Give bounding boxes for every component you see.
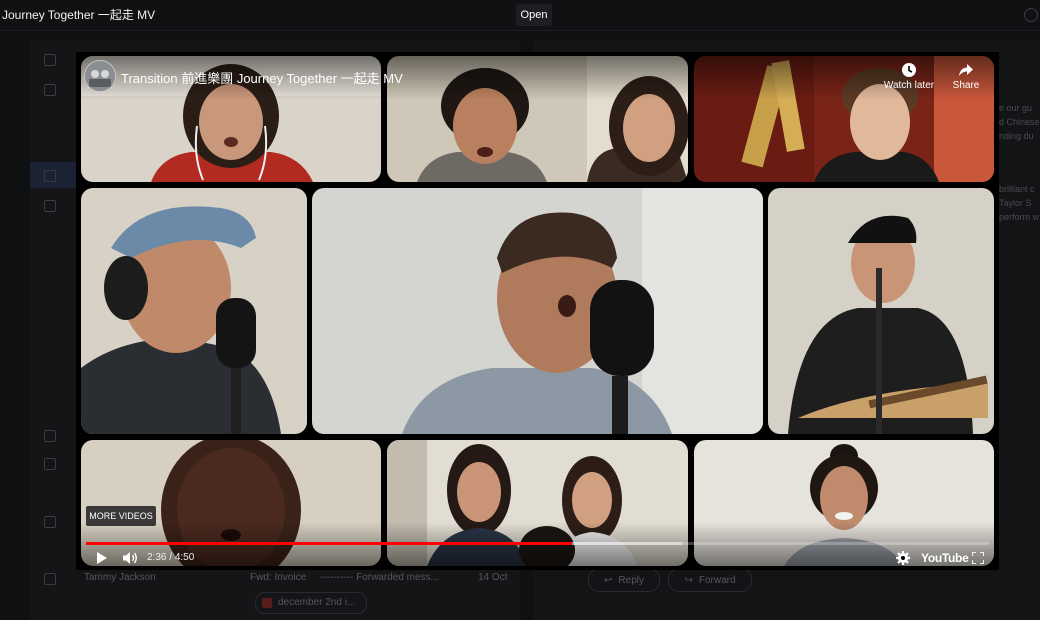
clock-icon: [902, 63, 916, 77]
duration: 4:50: [174, 552, 195, 563]
mail-row-checkbox[interactable]: [44, 430, 56, 442]
mail-date: 14 Oct: [478, 572, 508, 583]
reading-text: perform w: [999, 212, 1040, 222]
video-tile: [81, 188, 307, 434]
forward-icon: ↪: [684, 574, 693, 586]
watch-later-button[interactable]: Watch later: [880, 60, 938, 91]
play-button[interactable]: [92, 549, 110, 567]
forward-button[interactable]: ↪ Forward: [668, 568, 752, 592]
mail-row-checkbox[interactable]: [44, 200, 56, 212]
reply-label: Reply: [618, 574, 644, 586]
forward-label: Forward: [698, 574, 736, 586]
reply-icon: ↩: [604, 574, 613, 586]
time-separator: /: [166, 552, 175, 563]
video-title-bar: Transition 前進樂團 Journey Together 一起走 MV …: [76, 52, 999, 100]
progress-bar[interactable]: [86, 542, 989, 545]
browser-topbar: Journey Together 一起走 MV Open: [0, 0, 1040, 31]
mail-row[interactable]: Tammy Jackson Fwd: Invoice ---------- Fo…: [84, 569, 524, 589]
reading-text: Taylor S: [999, 198, 1032, 208]
fullscreen-icon: [972, 552, 984, 564]
time-display: 2:36 / 4:50: [147, 552, 194, 563]
controls-gradient: [76, 522, 999, 570]
mail-row-checkbox[interactable]: [44, 573, 56, 585]
mail-subject: Fwd: Invoice: [250, 572, 307, 583]
fullscreen-button[interactable]: [970, 549, 986, 567]
mail-row-checkbox[interactable]: [44, 84, 56, 96]
mail-row-checkbox[interactable]: [44, 170, 56, 182]
mail-snippet: ---------- Forwarded mess...: [320, 572, 439, 583]
reply-button[interactable]: ↩ Reply: [588, 568, 660, 592]
mail-row-checkbox[interactable]: [44, 458, 56, 470]
pdf-icon: [262, 598, 272, 608]
volume-button[interactable]: [120, 549, 140, 567]
channel-avatar[interactable]: [84, 60, 116, 92]
share-icon: [959, 64, 973, 76]
help-icon[interactable]: [1024, 8, 1038, 22]
share-button[interactable]: Share: [946, 60, 986, 91]
youtube-logo[interactable]: YouTube: [921, 551, 969, 565]
volume-icon: [123, 552, 137, 564]
video-player[interactable]: Transition 前進樂團 Journey Together 一起走 MV …: [76, 52, 999, 570]
mail-sender: Tammy Jackson: [84, 572, 156, 583]
mail-row-checkbox[interactable]: [44, 516, 56, 528]
open-button[interactable]: Open: [516, 4, 552, 26]
video-tile: [312, 188, 763, 434]
gear-icon: [896, 551, 910, 565]
video-tile: [768, 188, 994, 434]
video-title[interactable]: Transition 前進樂團 Journey Together 一起走 MV: [121, 68, 403, 87]
reading-text: nding du: [999, 131, 1034, 141]
page-title: Journey Together 一起走 MV: [2, 8, 156, 22]
current-time: 2:36: [147, 552, 167, 563]
attachment-chip[interactable]: december 2nd i...: [255, 592, 367, 614]
reading-text: e our gu: [999, 103, 1033, 113]
reading-text: d Chinese: [999, 117, 1040, 127]
share-label: Share: [952, 80, 980, 91]
select-all-checkbox[interactable]: [44, 54, 56, 66]
attachment-label: december 2nd i...: [278, 597, 356, 608]
watch-later-label: Watch later: [883, 80, 935, 91]
progress-played: [86, 542, 572, 545]
reading-text: brilliant c: [999, 184, 1035, 194]
play-icon: [96, 552, 107, 564]
settings-button[interactable]: [894, 549, 912, 567]
